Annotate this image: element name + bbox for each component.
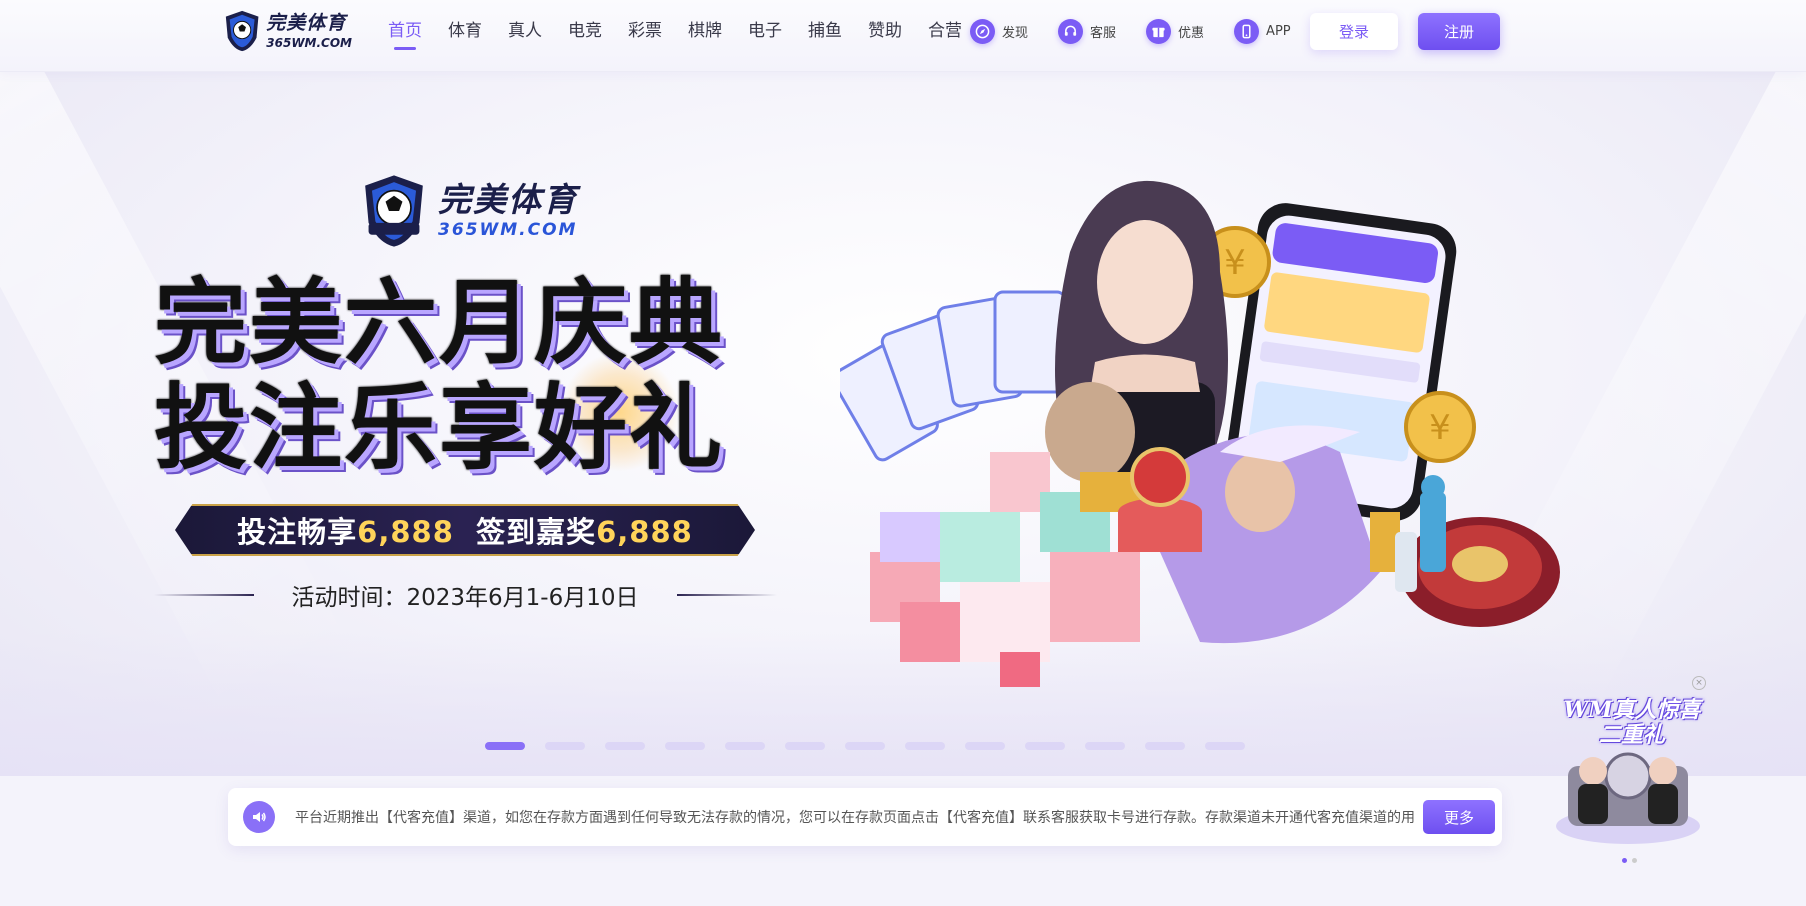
login-button[interactable]: 登录	[1310, 13, 1398, 50]
tool-label: 优惠	[1178, 25, 1205, 41]
promo-dot[interactable]	[1622, 858, 1627, 863]
top-header: 完美体育 365WM.COM 首页 体育 真人 电竞 彩票 棋牌 电子 捕鱼 赞…	[0, 0, 1806, 72]
nav-item-fishing[interactable]: 捕鱼	[808, 0, 842, 62]
ribbon-text: 投注畅享6,888 签到嘉奖6,888	[237, 509, 693, 551]
phone-icon	[1234, 18, 1260, 44]
main-nav: 首页 体育 真人 电竞 彩票 棋牌 电子 捕鱼 赞助 合营	[388, 0, 988, 62]
carousel-dot[interactable]	[845, 742, 885, 750]
headline-line2: 投注乐享好礼	[154, 374, 724, 482]
carousel-dot[interactable]	[965, 742, 1005, 750]
tool-discover[interactable]: 发现	[970, 18, 1029, 44]
nav-item-cards[interactable]: 棋牌	[688, 0, 722, 62]
carousel-dot[interactable]	[1145, 742, 1185, 750]
promo-title: WM真人惊喜二重礼	[1563, 697, 1701, 749]
nav-item-home[interactable]: 首页	[388, 0, 422, 62]
announcement-bar: 平台近期推出【代客充值】渠道，如您在存款方面遇到任何导致无法存款的情况，您可以在…	[228, 788, 1502, 846]
tool-label: 发现	[1002, 25, 1029, 41]
tool-label: 客服	[1090, 25, 1117, 41]
nav-item-partner[interactable]: 合营	[928, 0, 962, 62]
carousel-dot[interactable]	[485, 742, 525, 750]
nav-item-slots[interactable]: 电子	[748, 0, 782, 62]
svg-text:¥: ¥	[1224, 243, 1246, 283]
carousel-dot[interactable]	[545, 742, 585, 750]
logo-domain: 365WM.COM	[266, 35, 352, 50]
speaker-icon	[243, 801, 275, 833]
nav-item-sports[interactable]: 体育	[448, 0, 482, 62]
hero-banner[interactable]: 完美体育 365WM.COM 完美六月庆典 投注乐享好礼 投注畅享6,888 签…	[0, 72, 1806, 776]
carousel-indicators	[485, 742, 1265, 750]
banner-logo-domain: 365WM.COM	[438, 220, 578, 240]
nav-item-esports[interactable]: 电竞	[568, 0, 602, 62]
event-period: 活动时间：2023年6月1-6月10日	[140, 580, 790, 611]
compass-icon	[970, 18, 995, 44]
announcement-text[interactable]: 平台近期推出【代客充值】渠道，如您在存款方面遇到任何导致无法存款的情况，您可以在…	[295, 807, 1415, 827]
tool-app[interactable]: APP	[1234, 18, 1291, 44]
nav-item-sponsor[interactable]: 赞助	[868, 0, 902, 62]
carousel-dot[interactable]	[785, 742, 825, 750]
divider-line	[676, 594, 777, 596]
carousel-dot[interactable]	[1085, 742, 1125, 750]
carousel-dot[interactable]	[1205, 742, 1245, 750]
ribbon-bet-amount: 6,888	[357, 515, 454, 549]
tool-label: APP	[1266, 23, 1291, 39]
headline-line1: 完美六月庆典	[154, 269, 724, 377]
nav-item-live-casino[interactable]: 真人	[508, 0, 542, 62]
carousel-dot[interactable]	[605, 742, 645, 750]
carousel-dot[interactable]	[1025, 742, 1065, 750]
model-figure	[1045, 180, 1228, 482]
hero-illustration: ¥ ¥	[840, 180, 1560, 687]
banner-logo: 完美体育 365WM.COM	[358, 172, 578, 250]
promo-dot[interactable]	[1632, 858, 1637, 863]
bonus-ribbon: 投注畅享6,888 签到嘉奖6,888	[175, 504, 755, 556]
event-period-text: 活动时间：2023年6月1-6月10日	[291, 585, 639, 611]
divider-line	[153, 594, 254, 596]
carousel-dot[interactable]	[725, 742, 765, 750]
close-icon[interactable]: ×	[1692, 676, 1706, 690]
more-button[interactable]: 更多	[1423, 800, 1495, 834]
svg-text:¥: ¥	[1429, 408, 1451, 448]
logo-shield-icon	[365, 175, 423, 247]
ribbon-signin-label: 签到嘉奖	[476, 515, 597, 549]
promo-indicators	[1622, 858, 1642, 863]
headset-icon	[1058, 18, 1084, 44]
gift-icon	[1146, 18, 1172, 44]
playing-cards-icon	[840, 290, 1067, 462]
banner-logo-title: 完美体育	[438, 180, 578, 219]
logo-shield-icon	[225, 10, 259, 52]
carousel-dot[interactable]	[905, 742, 945, 750]
logo-title: 完美体育	[266, 11, 347, 34]
site-logo[interactable]: 完美体育 365WM.COM	[222, 8, 352, 54]
nav-item-lottery[interactable]: 彩票	[628, 0, 662, 62]
tool-promotions[interactable]: 优惠	[1146, 18, 1205, 44]
ribbon-signin-amount: 6,888	[596, 515, 693, 549]
floating-promo-ad[interactable]: WM真人惊喜二重礼	[1548, 676, 1708, 856]
header-tools: 发现 客服 优惠 APP	[970, 16, 1321, 46]
ribbon-bet-label: 投注畅享	[237, 515, 358, 549]
register-button[interactable]: 注册	[1418, 13, 1500, 50]
tool-support[interactable]: 客服	[1058, 18, 1117, 44]
carousel-dot[interactable]	[665, 742, 705, 750]
